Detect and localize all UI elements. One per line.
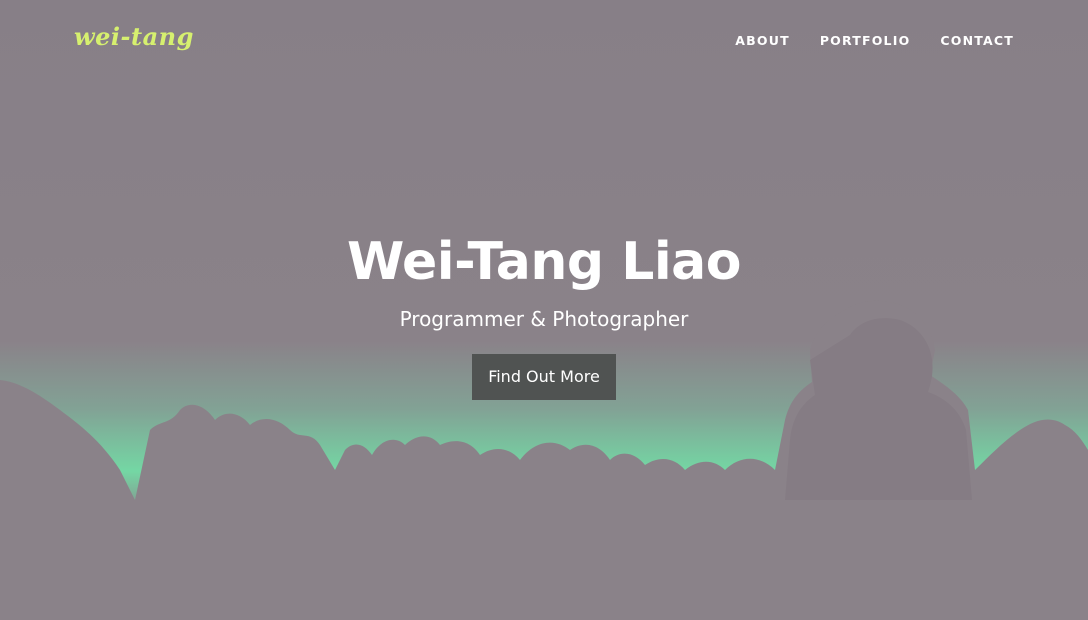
hero-content: Wei-Tang Liao Programmer & Photographer … xyxy=(0,226,1088,400)
find-out-more-button[interactable]: Find Out More xyxy=(472,354,616,400)
hero-section: wei-tang ABOUT PORTFOLIO CONTACT Wei-Tan… xyxy=(0,0,1088,620)
nav-links: ABOUT PORTFOLIO CONTACT xyxy=(735,33,1014,48)
hero-title: Wei-Tang Liao xyxy=(346,232,742,292)
nav-link-portfolio[interactable]: PORTFOLIO xyxy=(820,33,911,48)
brand-logo-link[interactable]: wei-tang xyxy=(74,22,194,51)
nav-link-about[interactable]: ABOUT xyxy=(735,33,790,48)
navbar: wei-tang ABOUT PORTFOLIO CONTACT xyxy=(0,0,1088,84)
nav-link-contact[interactable]: CONTACT xyxy=(940,33,1014,48)
hero-subtitle: Programmer & Photographer xyxy=(399,307,689,331)
